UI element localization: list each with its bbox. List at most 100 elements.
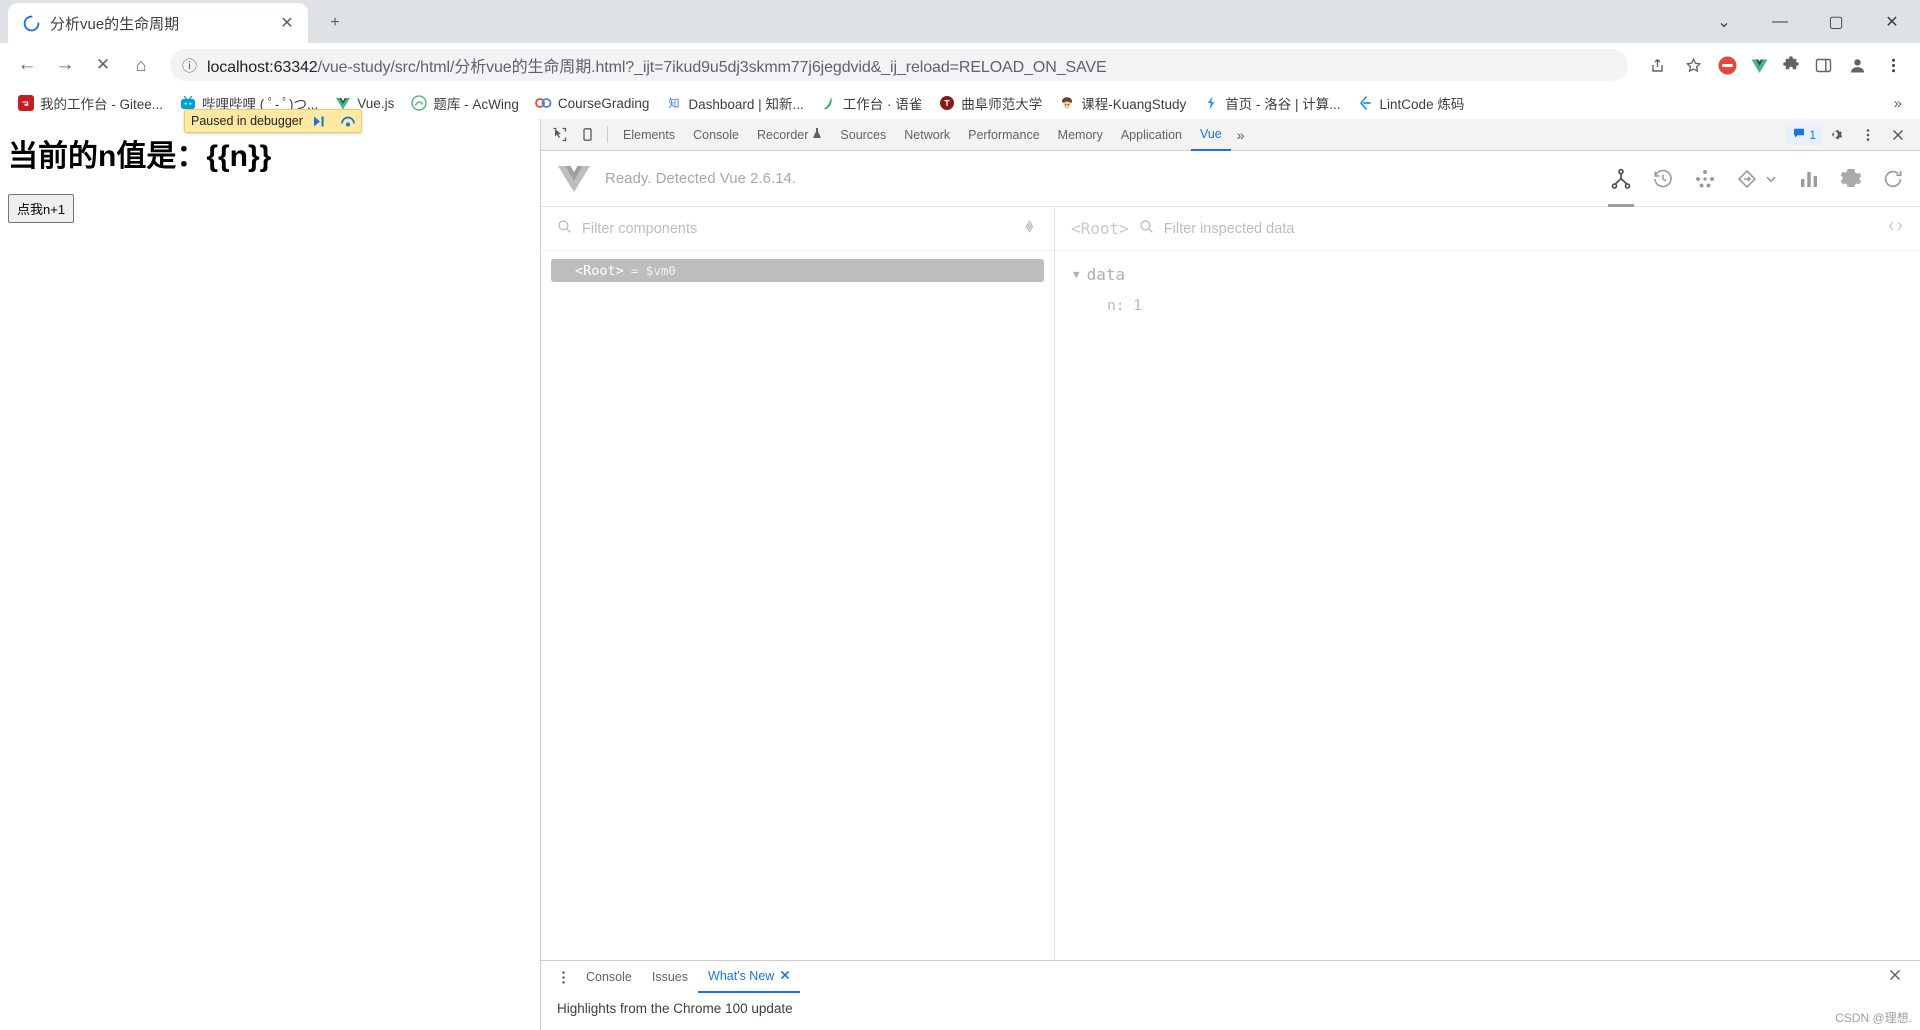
browser-toolbar: ← → ✕ ⌂ ⓘ localhost:63342/vue-study/src/… (0, 43, 1920, 87)
more-tabs-button[interactable]: » (1231, 119, 1251, 151)
browser-tab[interactable]: 分析vue的生命周期 ✕ (8, 3, 308, 43)
target-icon[interactable] (1021, 218, 1038, 240)
bookmark-item[interactable]: CourseGrading (528, 91, 657, 116)
tab-recorder[interactable]: Recorder (748, 119, 831, 151)
bookmark-item[interactable]: 题库 - AcWing (403, 89, 526, 117)
inspect-element-icon[interactable] (545, 122, 573, 148)
bookmark-item[interactable]: 课程-KuangStudy (1051, 89, 1193, 117)
components-tree-icon[interactable] (1610, 151, 1632, 207)
step-over-icon[interactable] (337, 111, 359, 131)
chrome-loading-icon (22, 14, 40, 32)
drawer-kebab-menu-icon[interactable] (551, 961, 576, 993)
tab-search-icon[interactable]: ⌄ (1696, 0, 1752, 43)
message-icon (1793, 127, 1805, 142)
bookmark-item[interactable]: 知 Dashboard | 知新... (658, 89, 810, 117)
devtools-tabbar: Elements Console Recorder Sources Networ… (541, 119, 1920, 151)
star-icon[interactable] (1676, 48, 1710, 82)
vuex-icon[interactable] (1694, 151, 1716, 207)
extension-vue-devtools-icon[interactable] (1744, 50, 1774, 80)
refresh-icon[interactable] (1882, 151, 1904, 207)
tab-performance[interactable]: Performance (959, 119, 1049, 151)
vue-logo-icon (557, 164, 591, 194)
paused-in-debugger-banner: Paused in debugger (184, 109, 362, 133)
tab-vue[interactable]: Vue (1190, 119, 1231, 151)
extension-adblock-icon[interactable] (1712, 50, 1742, 80)
resume-script-icon[interactable] (309, 111, 331, 131)
drawer-tab-whats-new[interactable]: What's New (698, 961, 801, 993)
device-toolbar-icon[interactable] (573, 122, 601, 148)
tab-elements[interactable]: Elements (614, 119, 684, 151)
bookmark-item[interactable]: 我的工作台 - Gitee... (10, 89, 170, 117)
devtools-panel: Elements Console Recorder Sources Networ… (540, 119, 1920, 1030)
tab-close-icon[interactable]: ✕ (276, 12, 298, 34)
settings-icon[interactable] (1840, 151, 1862, 207)
timeline-history-icon[interactable] (1652, 151, 1674, 207)
gear-icon[interactable] (1824, 122, 1852, 148)
bookmark-item[interactable]: LintCode 炼码 (1350, 89, 1472, 117)
extension-sidepanel-icon[interactable] (1808, 50, 1838, 80)
extension-puzzle-icon[interactable] (1776, 50, 1806, 80)
profile-icon[interactable] (1840, 48, 1874, 82)
filter-components-input[interactable]: Filter components (582, 221, 1011, 237)
tab-sources[interactable]: Sources (831, 119, 895, 151)
home-button[interactable]: ⌂ (124, 48, 158, 82)
drawer-tab-close-icon[interactable] (780, 969, 790, 983)
data-group-header[interactable]: ▼ data (1073, 265, 1902, 284)
yuque-icon (820, 95, 837, 112)
search-icon (1139, 219, 1154, 239)
angle-brackets-icon[interactable] (1887, 219, 1904, 238)
tab-application[interactable]: Application (1112, 119, 1191, 151)
svg-text:知: 知 (668, 96, 679, 110)
new-tab-button[interactable]: + (318, 6, 352, 40)
bookmark-label: Vue.js (357, 95, 395, 111)
bookmark-item[interactable]: 曲阜师范大学 (931, 89, 1049, 117)
kebab-menu-icon[interactable] (1876, 48, 1910, 82)
bookmarks-overflow-button[interactable]: » (1886, 95, 1910, 112)
drawer-tab-issues[interactable]: Issues (642, 961, 698, 993)
bookmark-item[interactable]: 工作台 · 语雀 (813, 89, 930, 117)
toolbar-divider (607, 126, 608, 143)
tab-network[interactable]: Network (895, 119, 959, 151)
vue-panel-header: Ready. Detected Vue 2.6.14. (541, 151, 1920, 207)
devtools-kebab-menu-icon[interactable] (1854, 122, 1882, 148)
acwing-icon (410, 95, 427, 112)
tab-console[interactable]: Console (684, 119, 748, 151)
bookmark-item[interactable]: 首页 - 洛谷 | 计算... (1195, 89, 1347, 117)
address-bar[interactable]: ⓘ localhost:63342/vue-study/src/html/分析v… (170, 49, 1628, 81)
bookmark-label: CourseGrading (557, 95, 650, 111)
filter-inspected-data-input[interactable]: Filter inspected data (1164, 221, 1877, 237)
minimize-button[interactable]: — (1752, 0, 1808, 43)
paused-in-debugger-text: Paused in debugger (191, 114, 303, 128)
chevron-down-icon[interactable] (1764, 151, 1778, 207)
kuangstudy-icon (1058, 95, 1075, 112)
close-window-button[interactable]: ✕ (1864, 0, 1920, 43)
inspected-root-label: <Root> (1071, 219, 1129, 238)
devtools-close-icon[interactable] (1884, 122, 1912, 148)
coursegrading-icon (534, 95, 552, 112)
inspected-data-pane: <Root> Filter inspected data ▼ data n: 1 (1055, 207, 1920, 960)
routing-icon[interactable] (1736, 151, 1758, 207)
stop-loading-button[interactable]: ✕ (86, 48, 120, 82)
tab-memory[interactable]: Memory (1049, 119, 1112, 151)
data-group-name: data (1086, 265, 1126, 284)
devtools-drawer: Console Issues What's New Highlights fro… (541, 960, 1920, 1030)
drawer-tabbar: Console Issues What's New (541, 961, 1920, 993)
url-path: /vue-study/src/html/分析vue的生命周期.html?_ijt… (317, 59, 1107, 76)
issues-badge[interactable]: 1 (1787, 124, 1822, 145)
bookmark-label: 课程-KuangStudy (1081, 97, 1187, 112)
components-filter-bar: Filter components (541, 207, 1054, 251)
watermark: CSDN @理想. (1835, 1011, 1912, 1025)
tree-row-root[interactable]: <Root> = $vm0 (551, 259, 1044, 282)
share-icon[interactable] (1640, 48, 1674, 82)
drawer-tab-console[interactable]: Console (576, 961, 642, 993)
maximize-button[interactable]: ▢ (1808, 0, 1864, 43)
performance-bars-icon[interactable] (1798, 151, 1820, 207)
data-entry-separator: : (1115, 298, 1134, 314)
increment-button[interactable]: 点我n+1 (8, 194, 75, 223)
window-controls: ⌄ — ▢ ✕ (1696, 0, 1920, 43)
drawer-tab-label: What's New (708, 969, 775, 983)
site-info-icon[interactable]: ⓘ (182, 55, 197, 76)
back-button[interactable]: ← (10, 48, 44, 82)
drawer-close-icon[interactable] (1880, 968, 1910, 987)
forward-button[interactable]: → (48, 48, 82, 82)
